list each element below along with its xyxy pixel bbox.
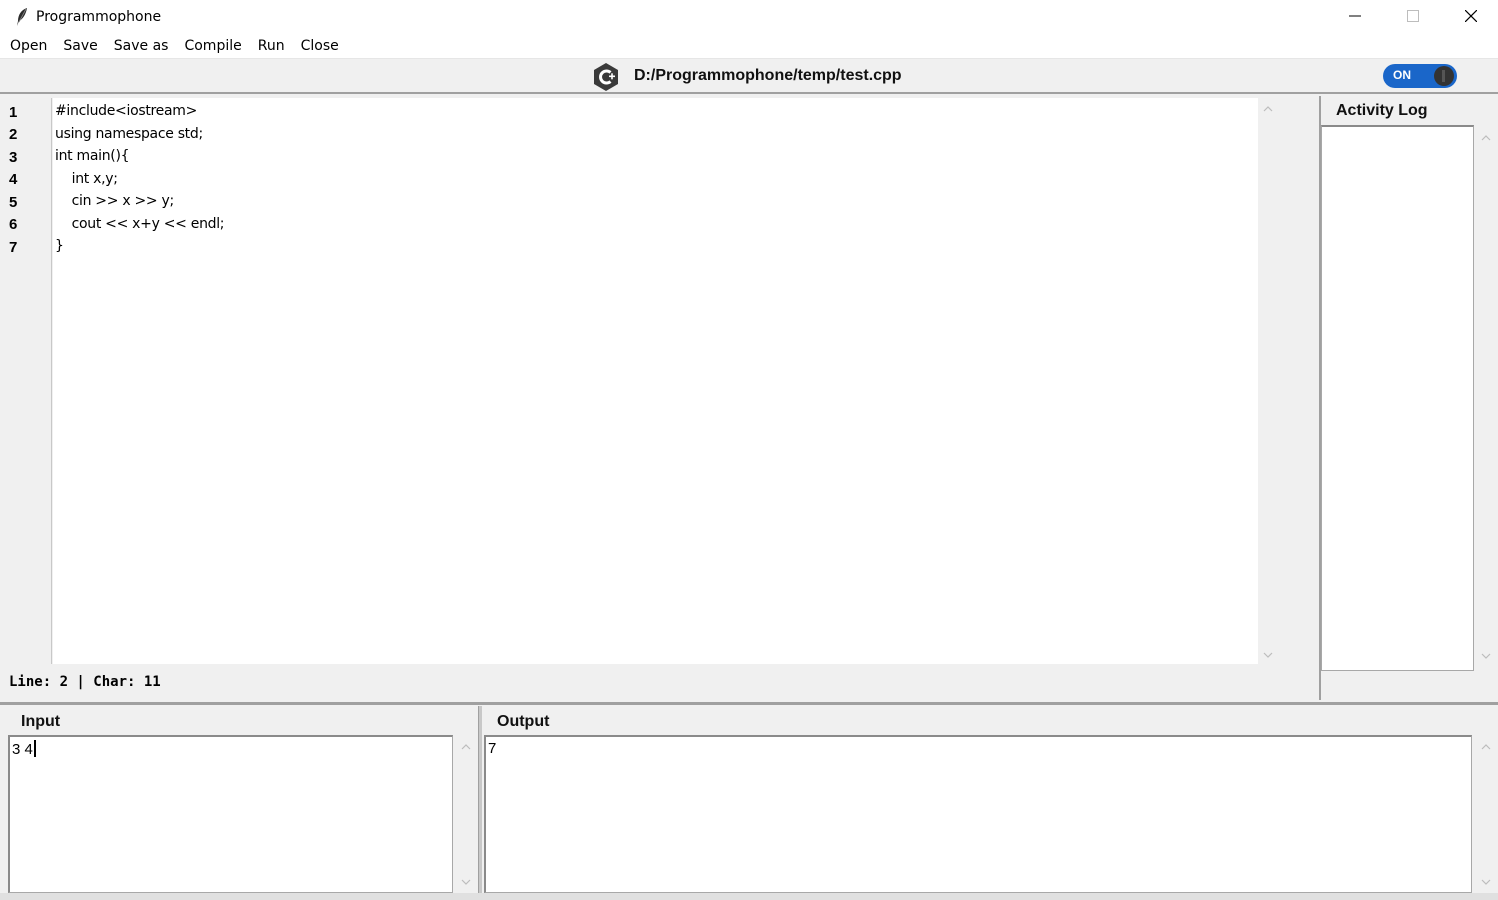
close-icon	[1464, 7, 1478, 26]
code-line: cin >> x >> y;	[55, 193, 175, 209]
panel-spacer	[1280, 94, 1320, 700]
editor-scrollbar[interactable]	[1258, 98, 1278, 664]
scroll-up-icon[interactable]	[1479, 131, 1493, 145]
window-bottom-edge	[0, 893, 1498, 900]
input-field[interactable]: 3 4	[8, 735, 453, 893]
scroll-down-icon[interactable]	[1261, 648, 1275, 662]
menu-close[interactable]: Close	[293, 36, 347, 56]
code-editor[interactable]: #include<iostream> using namespace std; …	[53, 98, 1258, 664]
scroll-down-icon[interactable]	[1479, 875, 1493, 889]
toggle-knob	[1434, 66, 1454, 86]
scroll-down-icon[interactable]	[459, 875, 473, 889]
menu-compile[interactable]: Compile	[176, 36, 249, 56]
code-line: int x,y;	[55, 171, 118, 187]
output-scrollbar[interactable]	[1476, 737, 1496, 892]
scroll-down-icon[interactable]	[1479, 649, 1493, 663]
activity-log-list[interactable]	[1321, 125, 1474, 671]
output-title: Output	[497, 713, 550, 730]
scroll-up-icon[interactable]	[459, 740, 473, 754]
close-window-button[interactable]	[1442, 0, 1498, 33]
menu-bar: Open Save Save as Compile Run Close	[0, 33, 1498, 59]
code-line: #include<iostream>	[55, 103, 198, 119]
input-scrollbar[interactable]	[456, 737, 476, 892]
code-line: }	[55, 238, 64, 254]
menu-save[interactable]: Save	[55, 36, 105, 56]
menu-save-as[interactable]: Save as	[106, 36, 177, 56]
title-bar: Programmophone	[0, 0, 1498, 33]
text-cursor	[33, 740, 36, 757]
cursor-status: Line: 2 | Char: 11	[9, 674, 161, 690]
output-value: 7	[488, 740, 497, 757]
activity-log-title: Activity Log	[1336, 102, 1428, 119]
maximize-icon	[1407, 7, 1419, 26]
cpp-logo-icon	[591, 62, 621, 92]
feather-icon	[12, 7, 32, 27]
toggle-label: ON	[1393, 68, 1411, 82]
line-number: 1	[9, 104, 18, 121]
scroll-up-icon[interactable]	[1261, 102, 1275, 116]
app-window: Programmophone Open Save Save as Compile…	[0, 0, 1498, 900]
line-number: 5	[9, 194, 18, 211]
input-value: 3 4	[12, 740, 36, 758]
menu-run[interactable]: Run	[250, 36, 293, 56]
line-number: 4	[9, 171, 18, 188]
file-path: D:/Programmophone/temp/test.cpp	[634, 67, 902, 84]
on-off-toggle[interactable]: ON	[1383, 64, 1457, 88]
horizontal-divider[interactable]	[0, 702, 1498, 705]
code-line: cout << x+y << endl;	[55, 216, 225, 232]
line-number: 3	[9, 149, 18, 166]
line-number: 6	[9, 216, 18, 233]
line-number-gutter: 1 2 3 4 5 6 7	[4, 98, 52, 664]
line-number: 2	[9, 126, 18, 143]
window-title: Programmophone	[36, 8, 162, 25]
code-line: int main(){	[55, 148, 130, 164]
maximize-button[interactable]	[1384, 0, 1442, 33]
menu-open[interactable]: Open	[2, 36, 55, 56]
output-field[interactable]: 7	[484, 735, 1472, 893]
file-header: D:/Programmophone/temp/test.cpp ON	[0, 59, 1498, 94]
code-line: using namespace std;	[55, 126, 203, 142]
minimize-button[interactable]	[1326, 0, 1384, 33]
line-number: 7	[9, 239, 18, 256]
input-title: Input	[21, 713, 61, 730]
scroll-up-icon[interactable]	[1479, 740, 1493, 754]
minimize-icon	[1349, 7, 1361, 26]
activity-log-scrollbar[interactable]	[1476, 127, 1496, 671]
